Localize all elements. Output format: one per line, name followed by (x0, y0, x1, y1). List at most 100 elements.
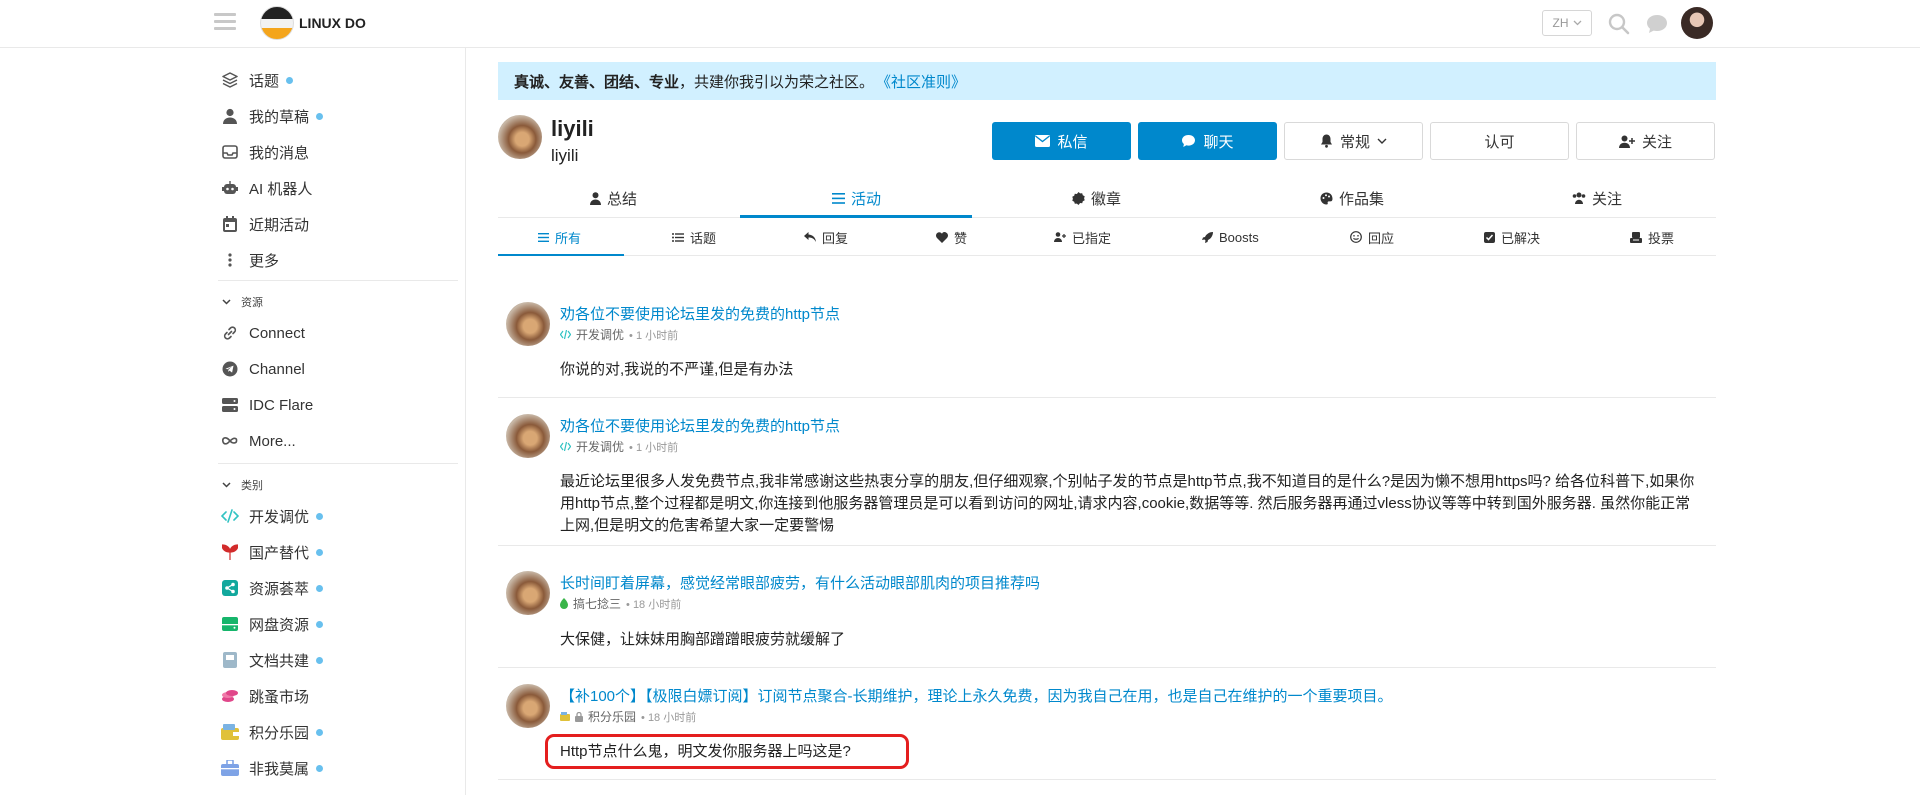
site-logo[interactable] (260, 6, 294, 40)
sidebar-category-market[interactable]: 跳蚤市场 (220, 681, 450, 711)
sidebar-section-categories[interactable]: 类别 (222, 477, 263, 493)
post-avatar[interactable] (506, 414, 550, 458)
site-name[interactable]: LINUX DO (299, 15, 366, 31)
post-avatar[interactable] (506, 684, 550, 728)
sidebar-item-topics[interactable]: 话题 (220, 65, 450, 95)
share-icon (220, 578, 240, 598)
user-plus-icon (1054, 232, 1066, 242)
post-title-link[interactable]: 劝各位不要使用论坛里发的免费的http节点 (560, 303, 840, 324)
post-time: • 18 小时前 (641, 711, 697, 724)
inbox-icon (220, 142, 240, 162)
sidebar-item-more-resources[interactable]: More... (220, 426, 450, 456)
community-banner: 真诚、友善、团结、专业 ，共建你我引以为荣之社区。 《社区准则》 (498, 62, 1716, 100)
subtab-solved[interactable]: 已解决 (1484, 218, 1540, 256)
sidebar-category-domestic[interactable]: 国产替代 (220, 537, 450, 567)
unread-dot (316, 728, 324, 736)
search-icon[interactable] (1605, 10, 1633, 38)
vote-icon (1630, 231, 1642, 243)
post-category-link[interactable]: 积分乐园 (588, 708, 636, 725)
sidebar-item-recent-activity[interactable]: 近期活动 (220, 209, 450, 239)
site-header: LINUX DO ZH (0, 0, 1920, 48)
banner-bold-text: 真诚、友善、团结、专业 (514, 73, 680, 91)
coins-icon (220, 686, 240, 706)
sidebar-category-jobs[interactable]: 非我莫属 (220, 753, 450, 783)
sidebar-category-dev[interactable]: 开发调优 (220, 501, 450, 531)
list-ul-icon (672, 232, 684, 242)
chat-button[interactable]: 聊天 (1138, 122, 1277, 160)
profile-avatar[interactable] (498, 115, 542, 159)
language-switcher[interactable]: ZH (1542, 10, 1592, 36)
sidebar-item-label: 跳蚤市场 (249, 688, 310, 706)
sidebar-item-ai-bot[interactable]: AI 机器人 (220, 173, 450, 203)
subtab-boosts[interactable]: Boosts (1202, 218, 1259, 256)
follow-button[interactable]: 关注 (1576, 122, 1715, 160)
badge-icon (1072, 191, 1085, 205)
sidebar-item-label: More... (249, 432, 296, 450)
notification-level-dropdown[interactable]: 常规 (1284, 122, 1423, 160)
activity-item: 劝各位不要使用论坛里发的免费的http节点 开发调优 • 1 小时前 最近论坛里… (498, 398, 1716, 546)
post-time: • 1 小时前 (629, 441, 679, 454)
tab-summary[interactable]: 总结 (590, 178, 637, 218)
sidebar-category-points[interactable]: 积分乐园 (220, 717, 450, 747)
sidebar-item-label: 资源荟萃 (249, 580, 310, 598)
post-time: • 1 小时前 (629, 329, 679, 342)
sidebar-item-drafts[interactable]: 我的草稿 (220, 101, 450, 131)
chevron-down-icon (1573, 20, 1581, 26)
sidebar-category-netdisk[interactable]: 网盘资源 (220, 609, 450, 639)
sidebar-item-channel[interactable]: Channel (220, 354, 450, 384)
subtab-likes[interactable]: 赞 (936, 218, 967, 256)
subtab-assigned[interactable]: 已指定 (1054, 218, 1111, 256)
tab-portfolio[interactable]: 作品集 (1320, 178, 1384, 218)
sidebar-category-resources[interactable]: 资源荟萃 (220, 573, 450, 603)
sidebar-item-messages[interactable]: 我的消息 (220, 137, 450, 167)
bell-icon (1320, 134, 1332, 148)
post-avatar[interactable] (506, 571, 550, 615)
user-icon (590, 191, 601, 205)
post-category-link[interactable]: 开发调优 (576, 326, 624, 343)
sidebar-item-connect[interactable]: Connect (220, 318, 450, 348)
approve-button[interactable]: 认可 (1430, 122, 1569, 160)
subtab-votes[interactable]: 投票 (1630, 218, 1674, 256)
sidebar-item-more[interactable]: 更多 (220, 245, 450, 275)
server-icon (220, 395, 240, 415)
tab-activity[interactable]: 活动 (832, 178, 881, 218)
sidebar-item-idc-flare[interactable]: IDC Flare (220, 390, 450, 420)
community-guidelines-link[interactable]: 《社区准则》 (876, 71, 966, 92)
sidebar-item-label: AI 机器人 (249, 180, 313, 198)
post-excerpt: 最近论坛里很多人发免费节点,我非常感谢这些热衷分享的朋友,但仔细观察,个别帖子发… (560, 473, 1695, 534)
hamburger-menu-icon[interactable] (214, 13, 236, 33)
post-category-link[interactable]: 搞七捻三 (573, 595, 621, 612)
infinity-icon (220, 431, 240, 451)
palette-icon (1320, 192, 1333, 204)
profile-username: liyili (551, 116, 594, 141)
post-title-link[interactable]: 长时间盯着屏幕，感觉经常眼部疲劳，有什么活动眼部肌肉的项目推荐吗 (560, 572, 1040, 593)
link-icon (220, 323, 240, 343)
subtab-label: 回应 (1368, 230, 1395, 246)
sidebar-category-docs[interactable]: 文档共建 (220, 645, 450, 675)
tab-label: 徽章 (1091, 190, 1122, 208)
section-title: 类别 (241, 480, 263, 492)
user-plus-icon (1618, 135, 1635, 148)
chat-bubble-icon[interactable] (1643, 10, 1671, 38)
sidebar-section-resources[interactable]: 资源 (222, 294, 263, 310)
post-avatar[interactable] (506, 302, 550, 346)
subtab-all[interactable]: 所有 (538, 218, 581, 256)
post-title-link[interactable]: 劝各位不要使用论坛里发的免费的http节点 (560, 415, 840, 436)
subtab-replies[interactable]: 回复 (804, 218, 848, 256)
tab-follow[interactable]: 关注 (1572, 178, 1622, 218)
post-title-link[interactable]: 【补100个】【极限白嫖订阅】订阅节点聚合-长期维护，理论上永久免费，因为我自己… (560, 685, 1393, 706)
sidebar-item-label: Connect (249, 324, 305, 342)
subtab-topics[interactable]: 话题 (672, 218, 716, 256)
sidebar-divider (218, 280, 458, 281)
activity-item: 长时间盯着屏幕，感觉经常眼部疲劳，有什么活动眼部肌肉的项目推荐吗 搞七捻三 • … (498, 546, 1716, 668)
unread-dot (316, 620, 324, 628)
private-message-button[interactable]: 私信 (992, 122, 1131, 160)
subtab-reactions[interactable]: 回应 (1350, 218, 1394, 256)
post-time: • 18 小时前 (626, 598, 682, 611)
chat-bubble-icon (1182, 135, 1196, 147)
post-category-link[interactable]: 开发调优 (576, 438, 624, 455)
tab-badges[interactable]: 徽章 (1072, 178, 1121, 218)
unread-dot (286, 76, 294, 84)
smile-icon (1350, 231, 1362, 243)
current-user-avatar[interactable] (1681, 7, 1713, 39)
